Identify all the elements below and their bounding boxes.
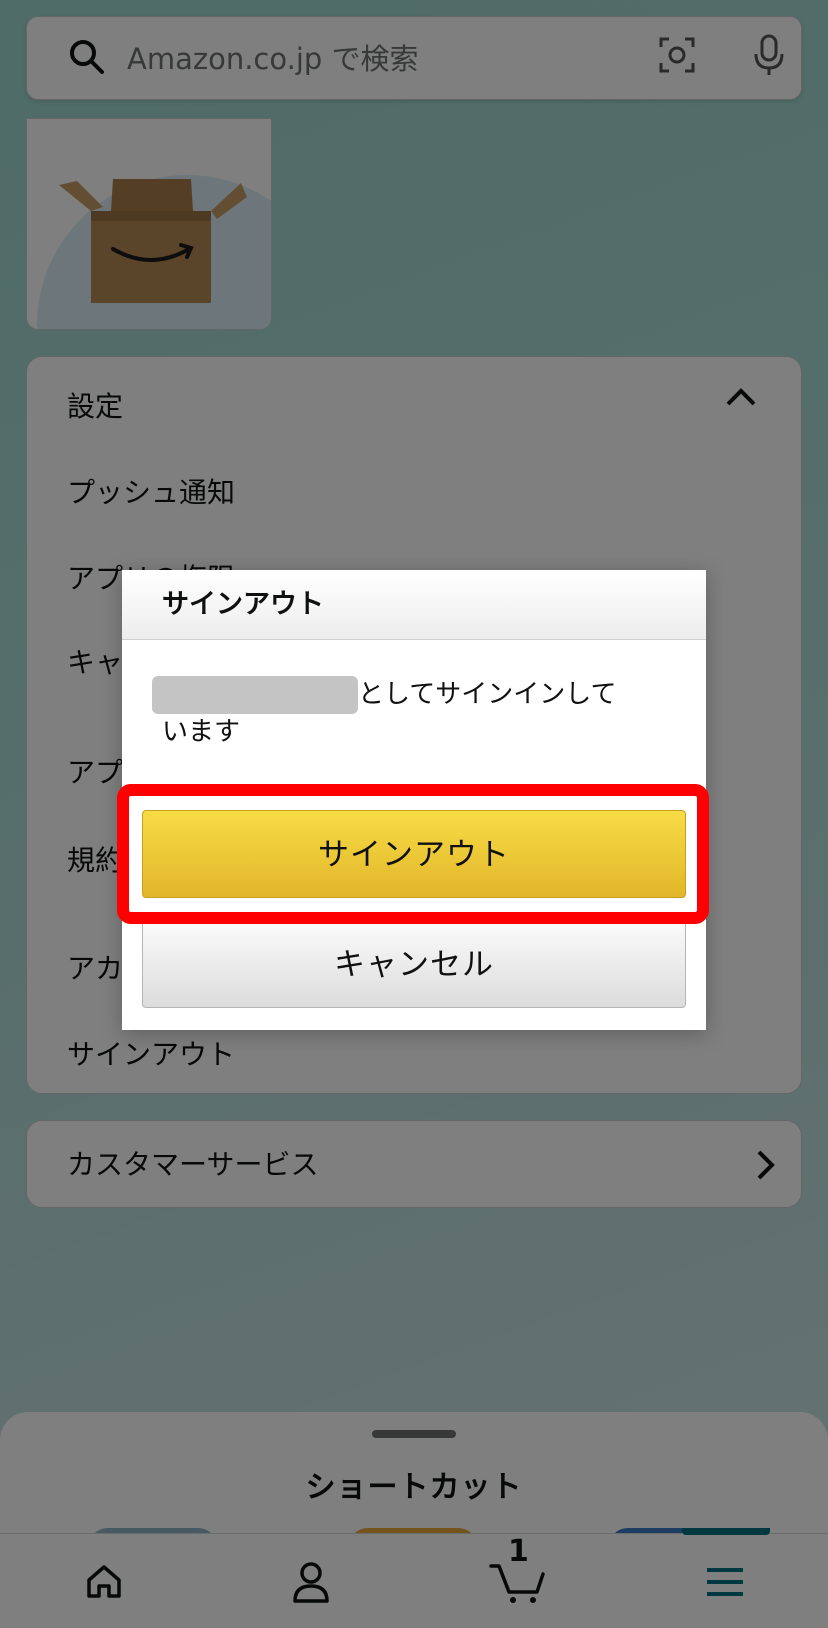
dialog-title: サインアウト <box>162 589 324 620</box>
dialog-header: サインアウト <box>122 570 706 640</box>
dialog-message: としてサインインして います <box>152 676 652 750</box>
message-line1: としてサインインして <box>358 679 617 710</box>
redacted-account-name <box>152 676 358 714</box>
message-line2: います <box>162 717 241 747</box>
cancel-button[interactable]: キャンセル <box>142 920 686 1008</box>
app-screen: Amazon.co.jp で検索 設定 プッシュ通知 アプリの権 <box>0 0 828 1628</box>
highlight-box <box>117 784 709 924</box>
